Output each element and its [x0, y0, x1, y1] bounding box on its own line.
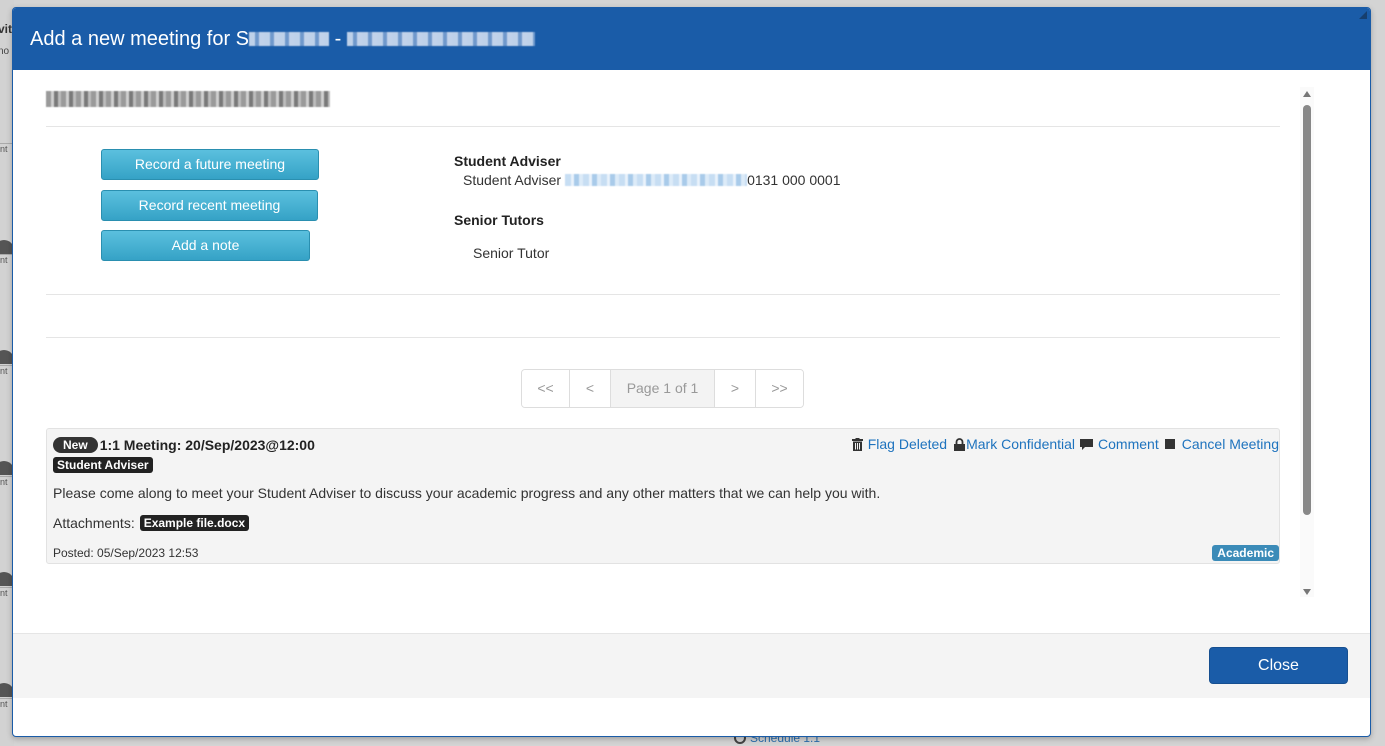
redacted-student-name — [346, 32, 535, 46]
trash-icon[interactable] — [851, 437, 863, 451]
posted-timestamp: Posted: 05/Sep/2023 12:53 — [53, 546, 199, 560]
meeting-title: 1:1 Meeting: 20/Sep/2023@12:00 — [99, 437, 315, 453]
close-button[interactable]: Close — [1209, 647, 1348, 684]
add-note-button[interactable]: Add a note — [101, 230, 310, 261]
record-recent-meeting-button[interactable]: Record recent meeting — [101, 190, 318, 221]
student-adviser-info: Student Adviser 0131 000 0001 — [463, 172, 841, 188]
modal-footer: Close — [13, 633, 1370, 698]
redacted-student-heading — [46, 90, 330, 107]
meeting-title-row: New 1:1 Meeting: 20/Sep/2023@12:00 — [53, 437, 315, 453]
divider — [46, 126, 1280, 127]
page-indicator: Page 1 of 1 — [611, 370, 715, 407]
student-adviser-heading: Student Adviser — [454, 153, 561, 169]
bg-fragment: no — [0, 46, 10, 57]
role-label: Student Adviser — [53, 457, 153, 473]
bg-fragment: vit — [0, 22, 13, 36]
senior-tutor-name: Senior Tutor — [473, 245, 550, 261]
cancel-meeting-link[interactable]: Cancel Meeting — [1182, 436, 1279, 452]
redacted-adviser-email[interactable] — [565, 174, 748, 186]
lock-icon[interactable] — [953, 437, 966, 451]
page-first-button[interactable]: << — [522, 370, 570, 407]
meeting-role: Student Adviser — [53, 456, 153, 474]
record-future-meeting-button[interactable]: Record a future meeting — [101, 149, 319, 180]
meeting-item: New 1:1 Meeting: 20/Sep/2023@12:00 Stude… — [46, 428, 1280, 564]
student-adviser-name: Student Adviser — [463, 172, 562, 188]
meeting-description: Please come along to meet your Student A… — [53, 485, 881, 501]
attachments-label: Attachments: — [53, 515, 135, 531]
modal-scrollbar[interactable] — [1300, 87, 1314, 597]
comment-link[interactable]: Comment — [1098, 436, 1159, 452]
senior-tutors-heading: Senior Tutors — [454, 212, 544, 228]
scroll-down-arrow-icon[interactable] — [1303, 589, 1311, 595]
meeting-actions: Flag Deleted Mark Confidential Comment C… — [851, 436, 1279, 452]
student-adviser-phone: 0131 000 0001 — [747, 172, 841, 188]
new-badge: New — [53, 437, 98, 453]
modal-title-separator: - — [329, 27, 347, 50]
modal-body: Record a future meeting Record recent me… — [13, 70, 1370, 633]
flag-deleted-link[interactable]: Flag Deleted — [868, 436, 947, 452]
divider — [46, 294, 1280, 295]
divider — [46, 337, 1280, 338]
scroll-thumb[interactable] — [1303, 105, 1311, 515]
resize-handle-icon[interactable] — [1359, 11, 1367, 19]
category-badge: Academic — [1212, 545, 1279, 561]
modal-header: Add a new meeting for S - — [13, 8, 1370, 70]
scroll-up-arrow-icon[interactable] — [1303, 91, 1311, 97]
student-heading — [46, 90, 330, 108]
redacted-student-id — [249, 32, 330, 46]
comment-icon[interactable] — [1080, 438, 1094, 451]
page-prev-button[interactable]: < — [570, 370, 611, 407]
attachments-row: Attachments: Example file.docx — [53, 515, 250, 531]
page-last-button[interactable]: >> — [756, 370, 803, 407]
stop-icon[interactable] — [1164, 439, 1175, 449]
pagination: << < Page 1 of 1 > >> — [521, 369, 804, 408]
mark-confidential-link[interactable]: Mark Confidential — [966, 436, 1075, 452]
page-next-button[interactable]: > — [715, 370, 756, 407]
modal-title-prefix: Add a new meeting for S — [30, 27, 250, 50]
attachment-file-link[interactable]: Example file.docx — [139, 515, 250, 531]
modal-title: Add a new meeting for S - — [30, 28, 535, 51]
add-meeting-modal: Add a new meeting for S - Record a futur… — [12, 7, 1371, 737]
